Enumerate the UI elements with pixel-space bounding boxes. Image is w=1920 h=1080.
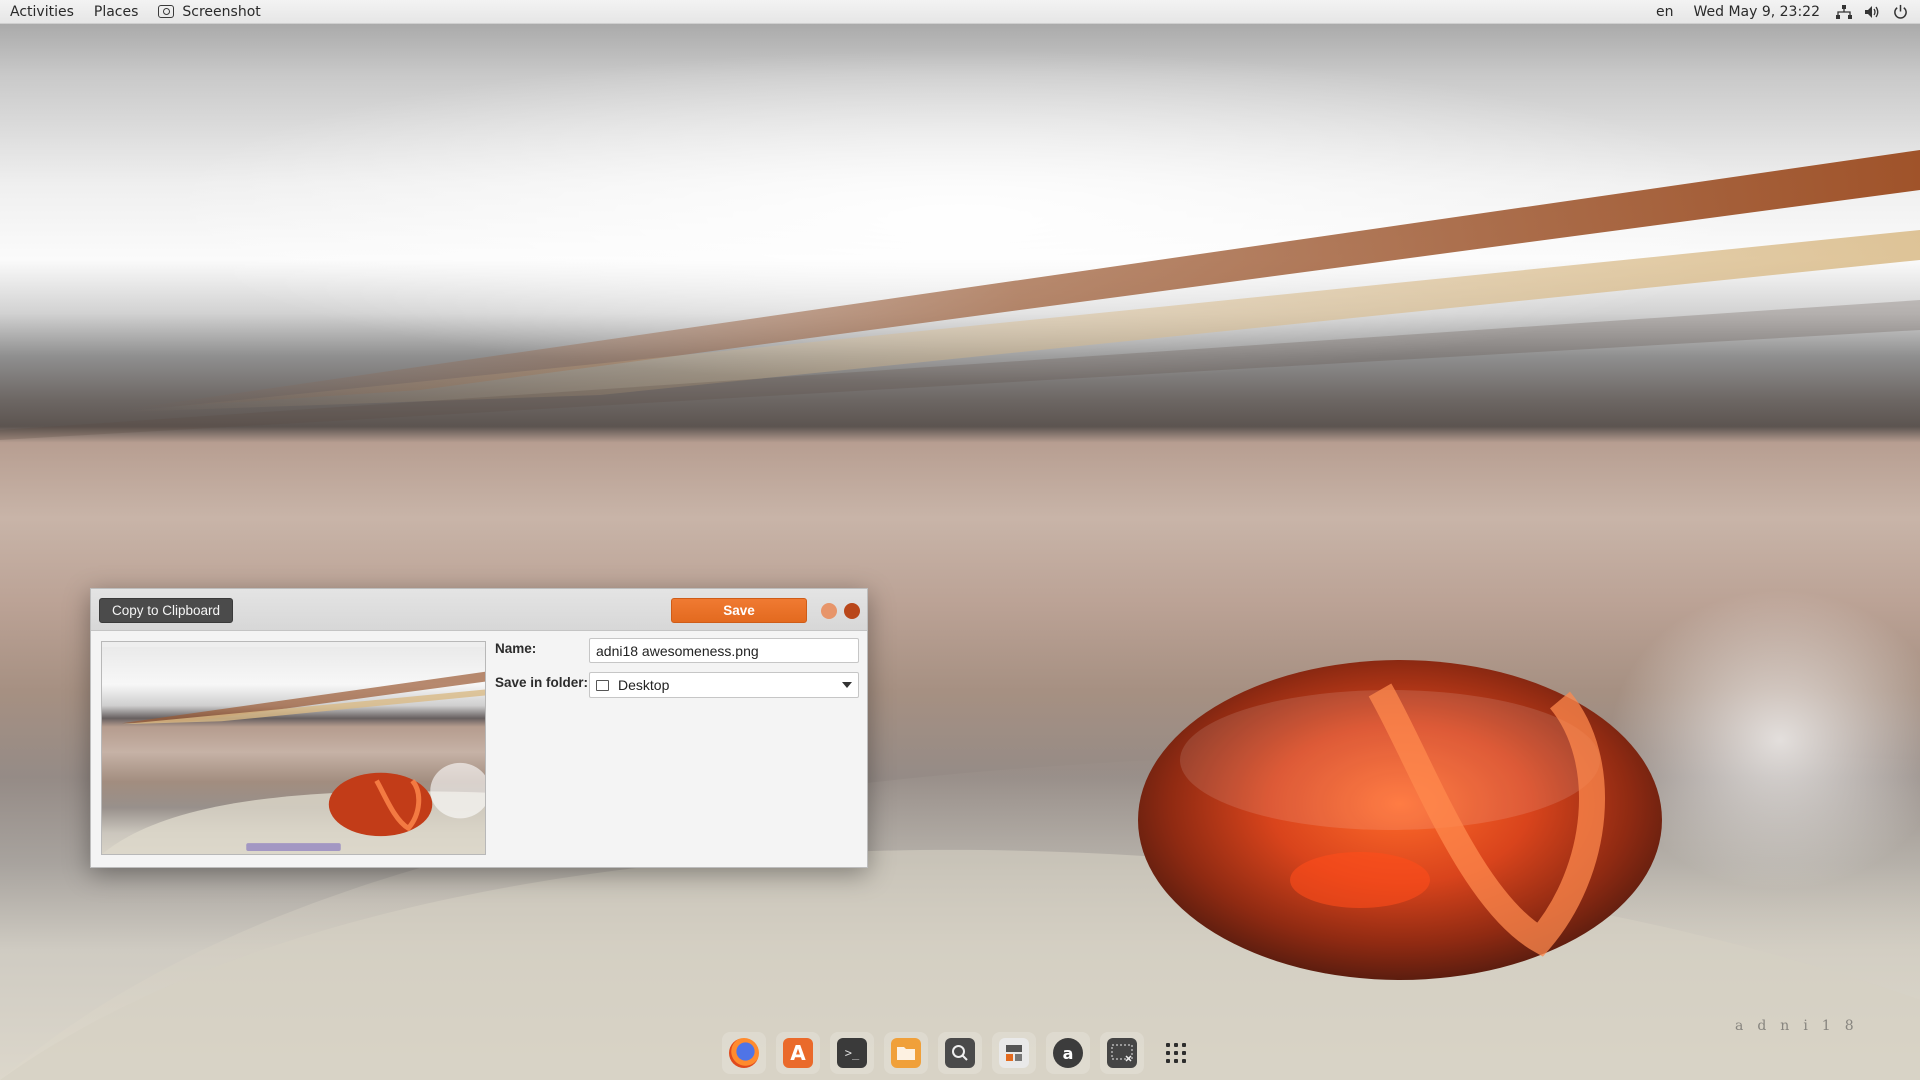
store-icon: A — [783, 1038, 813, 1068]
dock-item-firefox[interactable] — [722, 1032, 766, 1074]
copy-to-clipboard-button[interactable]: Copy to Clipboard — [99, 598, 234, 623]
save-button[interactable]: Save — [671, 598, 807, 623]
name-label: Name: — [495, 641, 537, 656]
app-menu-label: Screenshot — [182, 3, 261, 20]
camera-icon — [158, 5, 175, 18]
app-menu[interactable]: Screenshot — [158, 3, 261, 20]
keyboard-layout-indicator[interactable]: en — [1646, 0, 1684, 24]
dock-item-apps[interactable] — [992, 1032, 1036, 1074]
network-icon[interactable] — [1830, 0, 1858, 24]
save-folder-label: Save in folder: — [495, 675, 589, 690]
dock-item-search[interactable] — [938, 1032, 982, 1074]
close-icon[interactable] — [844, 603, 860, 619]
show-applications-grid-icon[interactable] — [1154, 1032, 1198, 1074]
save-folder-value: Desktop — [618, 677, 670, 693]
search-icon — [945, 1038, 975, 1068]
folder-icon — [891, 1038, 921, 1068]
screenshot-dialog: Copy to Clipboard Save Name: Save in fol… — [90, 588, 868, 868]
screenshot-icon — [1107, 1038, 1137, 1068]
apps-icon — [999, 1038, 1029, 1068]
volume-icon[interactable] — [1858, 0, 1886, 24]
dock-item-screenshot[interactable] — [1100, 1032, 1144, 1074]
terminal-icon: >_ — [837, 1038, 867, 1068]
firefox-icon — [729, 1038, 759, 1068]
desktop-wallpaper — [0, 0, 1920, 1080]
chevron-down-icon — [842, 682, 852, 688]
wallpaper-signature: adni18 — [1735, 1018, 1868, 1034]
dock-item-terminal[interactable]: >_ — [830, 1032, 874, 1074]
activities-button[interactable]: Activities — [0, 0, 84, 24]
dock-item-amazon[interactable]: a — [1046, 1032, 1090, 1074]
places-menu[interactable]: Places — [84, 0, 149, 24]
file-name-input[interactable] — [589, 638, 859, 663]
dialog-body: Name: Save in folder: Desktop — [91, 631, 867, 867]
screenshot-preview — [101, 641, 486, 855]
amazon-icon: a — [1053, 1038, 1083, 1068]
save-folder-dropdown[interactable]: Desktop — [589, 672, 859, 698]
clock[interactable]: Wed May 9, 23:22 — [1683, 0, 1830, 24]
dialog-header: Copy to Clipboard Save — [91, 589, 867, 631]
wallpaper-art — [0, 150, 1920, 1080]
dock-item-software-store[interactable]: A — [776, 1032, 820, 1074]
power-icon[interactable] — [1886, 0, 1914, 24]
dock: A >_ a — [722, 1032, 1198, 1074]
minimize-icon[interactable] — [821, 603, 837, 619]
top-bar: Activities Places Screenshot en Wed May … — [0, 0, 1920, 24]
folder-icon — [596, 679, 609, 691]
dock-item-files[interactable] — [884, 1032, 928, 1074]
